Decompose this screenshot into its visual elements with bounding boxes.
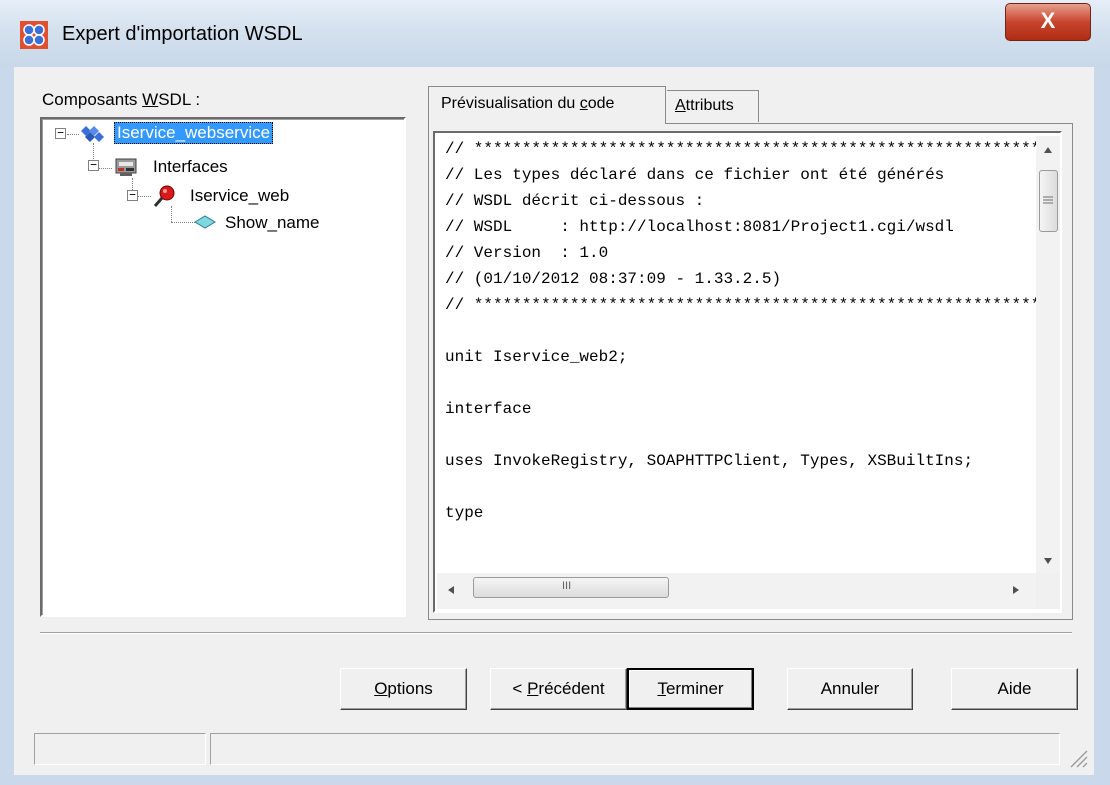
tree-node-label: Iservice_webservice — [114, 122, 274, 144]
help-button[interactable]: Aide — [951, 668, 1078, 710]
code-line: type — [445, 504, 484, 522]
cancel-button[interactable]: Annuler — [787, 668, 913, 710]
window-frame-bottom — [0, 775, 1110, 785]
code-preview[interactable]: // *************************************… — [442, 140, 1036, 570]
code-line: // WSDL : http://localhost:8081/Project1… — [445, 218, 954, 236]
scroll-left-icon[interactable] — [447, 585, 455, 595]
window-title: Expert d'importation WSDL — [62, 23, 303, 45]
status-panel-main — [210, 733, 1060, 765]
scroll-right-icon[interactable] — [1012, 585, 1020, 595]
scrollbar-corner — [1036, 573, 1060, 609]
interface-pin-icon — [153, 185, 175, 207]
tree-connector — [171, 206, 172, 222]
code-line: // *************************************… — [445, 296, 1036, 314]
finish-button[interactable]: Terminer — [627, 668, 754, 710]
tree-connector — [67, 134, 79, 135]
collapse-icon[interactable]: − — [127, 189, 138, 201]
window-frame-right — [1094, 67, 1110, 785]
code-line: // (01/10/2012 08:37:09 - 1.33.2.5) — [445, 270, 782, 288]
grip-icon — [1043, 196, 1053, 204]
window-frame-left — [0, 67, 14, 785]
wsdl-components-label: Composants WSDL : — [42, 90, 201, 109]
status-panel-left — [34, 733, 206, 765]
tree-node-label: Iservice_web — [190, 186, 290, 205]
app-icon — [20, 21, 48, 49]
close-button[interactable]: X — [1005, 3, 1091, 41]
code-line: unit Iservice_web2; — [445, 348, 628, 366]
method-icon — [194, 215, 216, 229]
resize-grip-icon[interactable] — [1065, 745, 1089, 769]
close-icon: X — [1040, 8, 1056, 33]
horizontal-scroll-thumb[interactable]: III — [473, 577, 669, 598]
title-bar[interactable]: Expert d'importation WSDL X — [0, 0, 1110, 67]
code-line: // *************************************… — [445, 140, 1036, 158]
tree-node-label: Interfaces — [153, 157, 228, 176]
interfaces-icon — [115, 158, 137, 176]
code-line: interface — [445, 400, 532, 418]
scroll-up-icon[interactable] — [1043, 146, 1053, 154]
service-icon — [81, 126, 104, 142]
separator-line — [40, 632, 1072, 634]
tree-connector — [98, 168, 112, 169]
collapse-icon[interactable]: − — [55, 127, 66, 139]
grip-icon: III — [562, 580, 572, 592]
code-line: uses InvokeRegistry, SOAPHTTPClient, Typ… — [445, 452, 974, 470]
code-line: // WSDL décrit ci-dessous : — [445, 192, 705, 210]
tree-connector — [137, 196, 151, 197]
scroll-down-icon[interactable] — [1043, 557, 1053, 565]
tree-node-label: Show_name — [225, 213, 320, 232]
wsdl-import-dialog: Expert d'importation WSDL X Composants W… — [0, 0, 1110, 785]
code-line: // Version : 1.0 — [445, 244, 609, 262]
previous-button[interactable]: < Précédent — [490, 668, 627, 710]
tab-attributes[interactable]: Attributs — [667, 90, 759, 122]
code-line: // Les types déclaré dans ce fichier ont… — [445, 166, 945, 184]
options-button[interactable]: Options — [340, 668, 467, 710]
collapse-icon[interactable]: − — [88, 159, 99, 171]
tree-connector — [171, 222, 195, 223]
tab-code-preview[interactable]: Prévisualisation du code — [428, 86, 666, 124]
